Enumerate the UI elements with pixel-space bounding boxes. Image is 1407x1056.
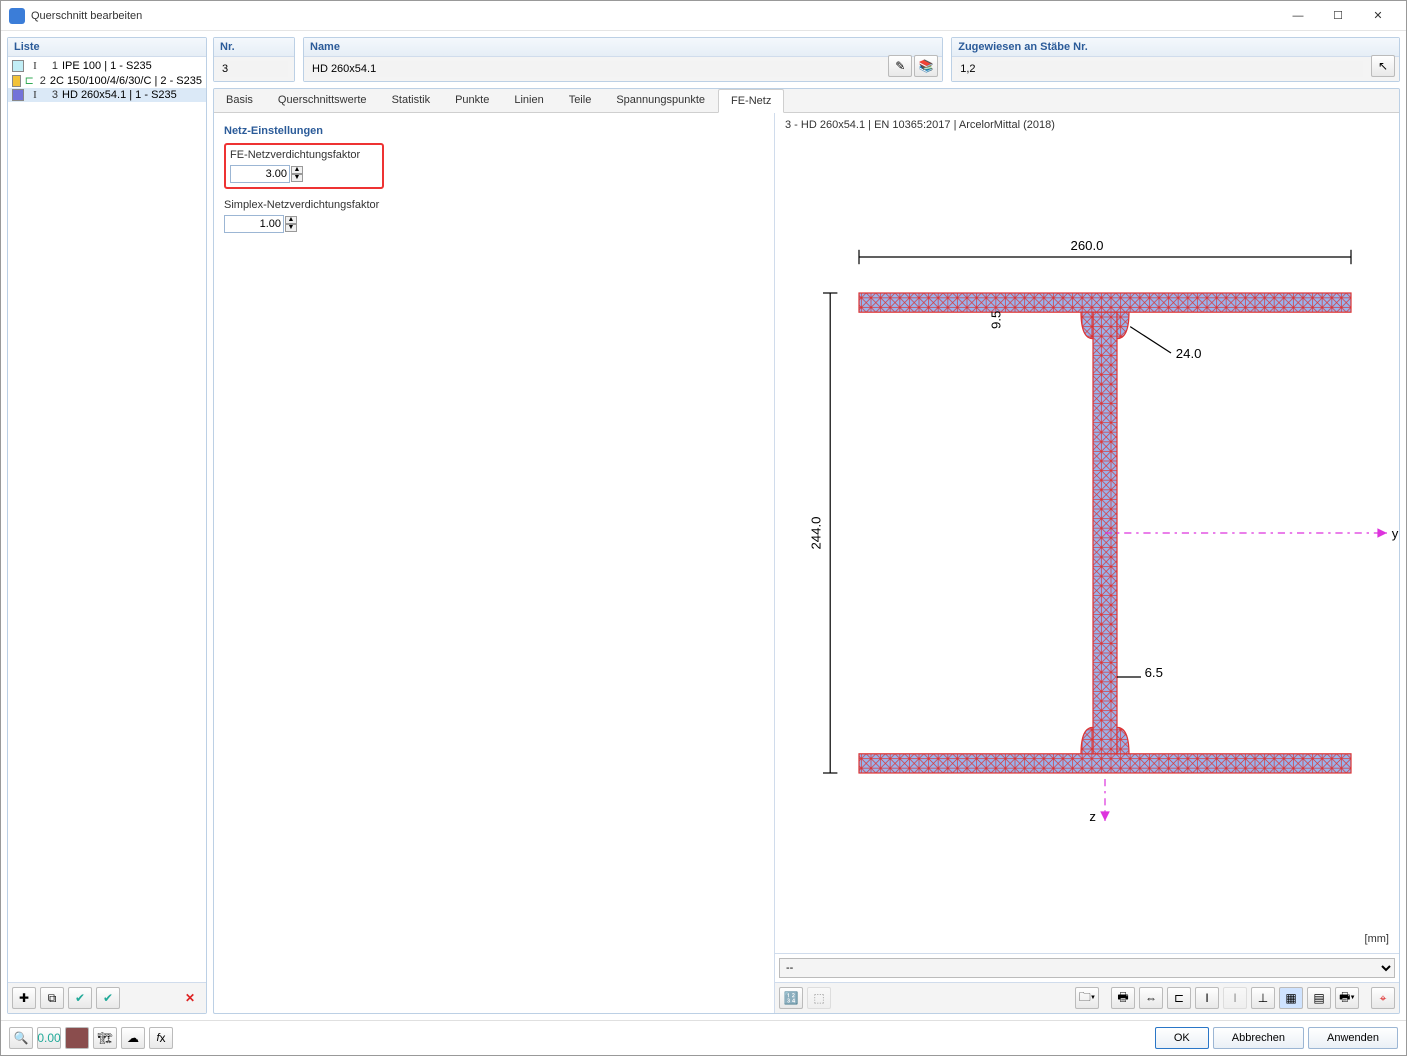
tool-center-icon[interactable]: ⊏ — [1167, 987, 1191, 1009]
color-icon[interactable] — [65, 1027, 89, 1049]
tool-profile2-icon[interactable]: I — [1223, 987, 1247, 1009]
minimize-button[interactable]: — — [1278, 4, 1318, 28]
dim-height: 244.0 — [809, 516, 824, 549]
nr-group: Nr. — [213, 37, 295, 82]
delete-button[interactable]: ✕ — [178, 987, 202, 1009]
tool-profile1-icon[interactable]: I — [1195, 987, 1219, 1009]
channel-icon: ⊏ — [25, 74, 34, 87]
titlebar: Querschnitt bearbeiten — ☐ ✕ — [1, 1, 1406, 31]
tool-mesh-icon[interactable]: ▦ — [1279, 987, 1303, 1009]
assign-input[interactable] — [958, 61, 1363, 77]
tool-grid-icon[interactable]: ▤ — [1307, 987, 1331, 1009]
library-icon[interactable]: 📚 — [914, 55, 938, 77]
preview-toolbar: 🔢 ⬚ 🗀▾ 🖶 ⇔ ⊏ I I ⊥ ▦ ▤ — [775, 982, 1399, 1013]
tool-values-icon[interactable]: 🔢 — [779, 987, 803, 1009]
edit-icon[interactable]: ✎ — [888, 55, 912, 77]
tab-bar: Basis Querschnittswerte Statistik Punkte… — [214, 89, 1399, 113]
name-input[interactable] — [310, 61, 880, 77]
tab-statistik[interactable]: Statistik — [380, 89, 444, 112]
list-header: Liste — [8, 38, 206, 57]
dim-web: 6.5 — [1145, 665, 1163, 680]
tool-print-icon[interactable]: 🖶 — [1111, 987, 1135, 1009]
check-button[interactable]: ✔ — [68, 987, 92, 1009]
apply-button[interactable]: Anwenden — [1308, 1027, 1398, 1049]
ibeam-icon: I — [28, 60, 42, 72]
dim-width: 260.0 — [1070, 238, 1103, 253]
list-item[interactable]: I 3 HD 260x54.1 | 1 - S235 — [8, 88, 206, 102]
name-group: Name ✎ 📚 — [303, 37, 943, 82]
settings-header: Netz-Einstellungen — [222, 121, 766, 143]
tab-spannungspunkte[interactable]: Spannungspunkte — [604, 89, 718, 112]
dialog-footer: 🔍 0.00 🏗 ☁ fx OK Abbrechen Anwenden — [1, 1020, 1406, 1055]
ibeam-icon: I — [28, 89, 42, 101]
tab-punkte[interactable]: Punkte — [443, 89, 502, 112]
tab-linien[interactable]: Linien — [502, 89, 556, 112]
tab-querschnittswerte[interactable]: Querschnittswerte — [266, 89, 380, 112]
svg-text:y: y — [1392, 526, 1399, 541]
help-icon[interactable]: 🔍 — [9, 1027, 33, 1049]
tab-teile[interactable]: Teile — [557, 89, 605, 112]
tab-fe-netz[interactable]: FE-Netz — [718, 89, 784, 113]
nr-label: Nr. — [214, 38, 294, 57]
fe-factor-input[interactable] — [230, 165, 290, 183]
list-toolbar: ✚ ⧉ ✔ ✔ ✕ — [8, 982, 206, 1013]
preview-select[interactable]: -- — [779, 958, 1395, 978]
list-panel: Liste I 1 IPE 100 | 1 - S235 ⊏ 2 2C 150/… — [7, 37, 207, 1014]
simplex-factor-spinner[interactable]: ▲▼ — [285, 216, 297, 232]
item-number: 2 — [38, 75, 46, 87]
svg-text:z: z — [1089, 809, 1096, 824]
item-label: HD 260x54.1 | 1 - S235 — [62, 89, 202, 101]
window-title: Querschnitt bearbeiten — [31, 10, 1278, 22]
name-label: Name — [304, 38, 942, 57]
preview-canvas[interactable]: 260.0 244.0 9.5 — [775, 137, 1399, 953]
cancel-button[interactable]: Abbrechen — [1213, 1027, 1304, 1049]
tab-basis[interactable]: Basis — [214, 89, 266, 112]
picker-icon[interactable]: ↖ — [1371, 55, 1395, 77]
tool-disabled-icon: ⬚ — [807, 987, 831, 1009]
list-item[interactable]: ⊏ 2 2C 150/100/4/6/30/C | 2 - S235 — [8, 73, 206, 88]
simplex-factor-label: Simplex-Netzverdichtungsfaktor — [224, 199, 764, 211]
assign-label: Zugewiesen an Stäbe Nr. — [952, 38, 1399, 57]
preview-unit: [mm] — [1365, 933, 1389, 945]
ok-button[interactable]: OK — [1155, 1027, 1209, 1049]
assign-group: Zugewiesen an Stäbe Nr. ↖ — [951, 37, 1400, 82]
preview-title: 3 - HD 260x54.1 | EN 10365:2017 | Arcelo… — [775, 113, 1399, 137]
tool-dims-icon[interactable]: ⇔ — [1139, 987, 1163, 1009]
tool-axes-icon[interactable]: 🗀▾ — [1075, 987, 1099, 1009]
app-icon — [9, 8, 25, 24]
list-item[interactable]: I 1 IPE 100 | 1 - S235 — [8, 59, 206, 73]
dim-radius: 24.0 — [1176, 346, 1202, 361]
nr-input[interactable] — [220, 61, 288, 77]
maximize-button[interactable]: ☐ — [1318, 4, 1358, 28]
fe-factor-spinner[interactable]: ▲▼ — [291, 166, 303, 182]
item-label: 2C 150/100/4/6/30/C | 2 - S235 — [50, 75, 202, 87]
dim-flange: 9.5 — [989, 311, 1004, 329]
simplex-factor-input[interactable] — [224, 215, 284, 233]
fe-factor-label: FE-Netzverdichtungsfaktor — [230, 149, 378, 161]
tool-shear-icon[interactable]: ⊥ — [1251, 987, 1275, 1009]
new-button[interactable]: ✚ — [12, 987, 36, 1009]
units-icon[interactable]: 0.00 — [37, 1027, 61, 1049]
color-swatch — [12, 60, 24, 72]
scheme-icon[interactable]: 🏗 — [93, 1027, 117, 1049]
misc-icon[interactable]: ☁ — [121, 1027, 145, 1049]
section-list[interactable]: I 1 IPE 100 | 1 - S235 ⊏ 2 2C 150/100/4/… — [8, 57, 206, 982]
close-button[interactable]: ✕ — [1358, 4, 1398, 28]
tool-print2-icon[interactable]: 🖶▾ — [1335, 987, 1359, 1009]
color-swatch — [12, 89, 24, 101]
fe-factor-highlight: FE-Netzverdichtungsfaktor ▲▼ — [224, 143, 384, 189]
tool-target-icon[interactable]: ⌖ — [1371, 987, 1395, 1009]
check-all-button[interactable]: ✔ — [96, 987, 120, 1009]
fx-icon[interactable]: fx — [149, 1027, 173, 1049]
color-swatch — [12, 75, 21, 87]
item-label: IPE 100 | 1 - S235 — [62, 60, 202, 72]
copy-button[interactable]: ⧉ — [40, 987, 64, 1009]
item-number: 3 — [46, 89, 58, 101]
item-number: 1 — [46, 60, 58, 72]
